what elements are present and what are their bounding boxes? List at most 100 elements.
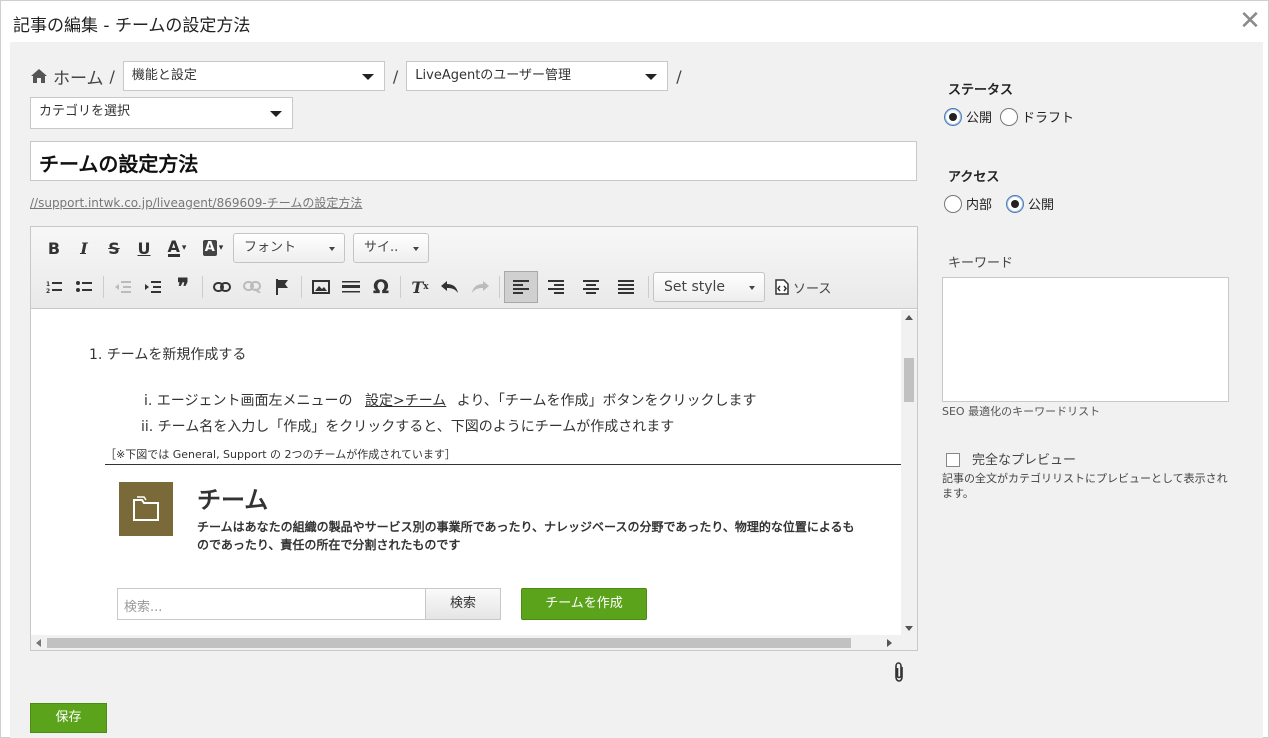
editor-horizontal-scrollbar[interactable] xyxy=(31,635,901,650)
redo-icon[interactable] xyxy=(465,273,495,301)
save-button[interactable]: 保存 xyxy=(30,703,107,733)
status-option-draft[interactable]: ドラフト xyxy=(1000,107,1074,126)
italic-icon[interactable]: I xyxy=(69,234,99,262)
editor-content[interactable]: 1. チームを新規作成する i. エージェント画面左メニューの 設定>チーム よ… xyxy=(31,310,901,636)
align-right-icon[interactable] xyxy=(538,273,574,301)
scroll-up-icon[interactable] xyxy=(905,315,913,320)
align-left-icon[interactable] xyxy=(504,271,538,303)
font-family-select-value: フォント xyxy=(244,240,297,255)
access-label: アクセス xyxy=(948,170,1000,185)
embed-description: チームはあなたの組織の製品やサービス別の事業所であったり、ナレッジベースの分野で… xyxy=(197,520,855,552)
category-select-level1-value: 機能と設定 xyxy=(131,68,197,83)
full-preview-label[interactable]: 完全なプレビュー xyxy=(972,449,1076,468)
full-preview-description: 記事の全文がカテゴリリストにプレビューとして表示されます。 xyxy=(942,472,1228,500)
home-icon[interactable] xyxy=(30,67,48,85)
source-code-icon xyxy=(775,279,789,295)
breadcrumb-separator: / xyxy=(392,66,399,86)
font-size-select[interactable]: サイ.. xyxy=(353,233,429,263)
radio-button[interactable] xyxy=(944,107,962,126)
radio-button[interactable] xyxy=(1006,194,1025,213)
access-radio-group: 内部 公開 xyxy=(944,194,1068,213)
chevron-down-icon xyxy=(413,247,419,251)
toolbar-separator xyxy=(202,276,203,298)
toolbar-separator xyxy=(301,276,302,298)
chevron-down-icon xyxy=(270,111,282,117)
embed-title: チーム xyxy=(197,486,269,514)
chevron-down-icon xyxy=(361,74,374,80)
category-select-level3[interactable]: カテゴリを選択 xyxy=(30,97,293,129)
category-select-level1[interactable]: 機能と設定 xyxy=(122,61,385,91)
embed-search-button: 検索 xyxy=(425,588,501,620)
image-icon[interactable] xyxy=(306,273,336,301)
article-title-input[interactable]: チームの設定方法 xyxy=(30,141,917,181)
toolbar-row-2: 12 ❞ Ω T x Set style ソース xyxy=(39,271,831,303)
list-item: i. エージェント画面左メニューの 設定>チーム より、「チームを作成」ボタンを… xyxy=(144,390,756,410)
bulleted-list-icon[interactable] xyxy=(69,273,99,301)
folder-icon xyxy=(119,482,173,536)
special-char-icon[interactable]: Ω xyxy=(366,273,396,301)
embed-create-team-button: チームを作成 xyxy=(521,588,647,620)
numbered-list-icon[interactable]: 12 xyxy=(39,273,69,301)
text-color-icon[interactable]: A ▾ xyxy=(159,234,195,262)
align-center-icon[interactable] xyxy=(574,273,608,301)
indent-icon[interactable] xyxy=(138,273,168,301)
toolbar-separator xyxy=(103,276,104,298)
scrollbar-thumb[interactable] xyxy=(47,638,851,648)
attachment-icon[interactable] xyxy=(892,662,906,682)
editor-vertical-scrollbar[interactable] xyxy=(901,310,917,636)
status-radio-group: 公開 ドラフト xyxy=(944,107,1088,126)
radio-button[interactable] xyxy=(1000,107,1019,126)
access-option-public[interactable]: 公開 xyxy=(1006,194,1054,213)
scroll-left-icon[interactable] xyxy=(36,639,41,647)
toolbar-separator xyxy=(648,276,649,298)
list-item: ii. チーム名を入力し「作成」をクリックすると、下図のようにチームが作成されま… xyxy=(141,419,675,435)
anchor-flag-icon[interactable] xyxy=(267,273,297,301)
source-button[interactable]: ソース xyxy=(775,278,831,297)
scrollbar-thumb[interactable] xyxy=(904,358,914,402)
status-option-published[interactable]: 公開 xyxy=(944,107,992,126)
unlink-icon[interactable] xyxy=(237,273,267,301)
breadcrumb-home-link[interactable]: ホーム xyxy=(53,64,104,89)
access-option-internal[interactable]: 内部 xyxy=(944,194,992,213)
toolbar-separator xyxy=(400,276,401,298)
align-justify-icon[interactable] xyxy=(608,273,644,301)
keywords-textarea[interactable] xyxy=(942,277,1229,402)
breadcrumb-separator: / xyxy=(676,66,682,86)
scroll-down-icon[interactable] xyxy=(905,626,913,631)
settings-team-link[interactable]: 設定>チーム xyxy=(365,393,446,409)
close-icon[interactable]: ✕ xyxy=(1236,7,1264,35)
svg-text:2: 2 xyxy=(46,288,50,294)
category-select-level3-value: カテゴリを選択 xyxy=(39,104,131,119)
style-select[interactable]: Set style xyxy=(653,272,765,302)
breadcrumb: ホーム / 機能と設定 / LiveAgentのユーザー管理 / xyxy=(30,61,690,91)
horizontal-rule-icon[interactable] xyxy=(336,273,366,301)
list-item: 1. チームを新規作成する xyxy=(89,347,247,363)
scrollbar-corner xyxy=(901,635,917,650)
list-item-text: より、「チームを作成」ボタンをクリックします xyxy=(456,393,757,409)
scroll-right-icon[interactable] xyxy=(887,639,892,647)
toolbar-separator xyxy=(499,276,500,298)
embed-search-input: 検索... xyxy=(117,588,427,620)
radio-label: 公開 xyxy=(1028,198,1055,213)
link-icon[interactable] xyxy=(207,273,237,301)
outdent-icon[interactable] xyxy=(108,273,138,301)
undo-icon[interactable] xyxy=(435,273,465,301)
underline-icon[interactable]: U xyxy=(129,234,159,262)
blockquote-icon[interactable]: ❞ xyxy=(168,273,198,301)
full-preview-checkbox[interactable] xyxy=(946,453,960,467)
list-item-text: i. エージェント画面左メニューの xyxy=(144,393,353,409)
remove-format-icon[interactable]: Tx xyxy=(405,273,435,301)
rich-text-editor: B I S U A ▾ A ▾ フォント サイ.. 12 ❞ Ω T x Set… xyxy=(30,226,918,651)
background-color-icon[interactable]: A ▾ xyxy=(195,234,231,262)
toolbar-row-1: B I S U A ▾ A ▾ フォント サイ.. xyxy=(39,232,429,264)
radio-label: ドラフト xyxy=(1022,111,1075,126)
status-label: ステータス xyxy=(948,83,1014,98)
divider xyxy=(105,464,901,465)
radio-button[interactable] xyxy=(944,194,962,213)
strikethrough-icon[interactable]: S xyxy=(99,234,129,262)
article-permalink[interactable]: //support.intwk.co.jp/liveagent/869609-チ… xyxy=(30,194,362,211)
category-select-level2-value: LiveAgentのユーザー管理 xyxy=(415,68,572,83)
font-family-select[interactable]: フォント xyxy=(233,233,345,263)
category-select-level2[interactable]: LiveAgentのユーザー管理 xyxy=(406,61,669,91)
bold-icon[interactable]: B xyxy=(39,234,69,262)
